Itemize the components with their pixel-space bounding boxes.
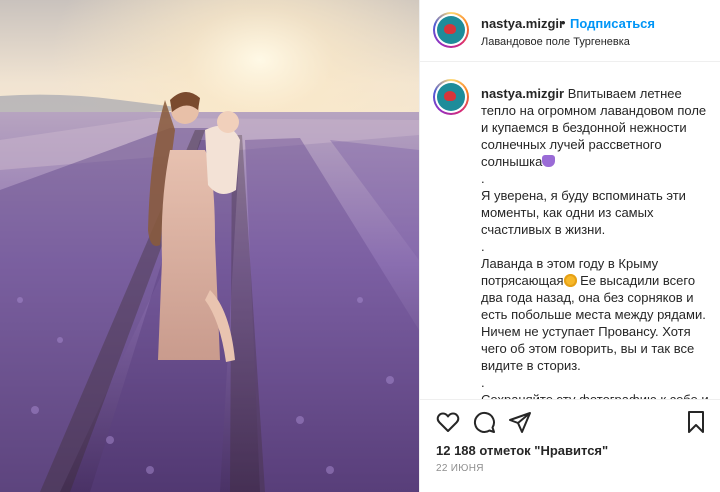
caption-area[interactable]: nastya.mizgir Впитываем летнее тепло на …	[420, 63, 720, 399]
post-header: nastya.mizgir • Подписаться Лавандовое п…	[420, 0, 720, 62]
lavender-field-image	[0, 0, 419, 492]
caption-part-3: Ее высадили всего два года назад, она бе…	[481, 273, 709, 399]
caption-avatar[interactable]	[433, 79, 469, 115]
heart-icon[interactable]	[436, 410, 460, 434]
likes-count[interactable]: 12 188 отметок "Нравится"	[436, 443, 608, 458]
caption-text: nastya.mizgir Впитываем летнее тепло на …	[481, 85, 713, 399]
purple-heart-icon	[542, 155, 556, 167]
separator-dot: •	[561, 15, 566, 30]
star-struck-icon	[563, 274, 577, 287]
bookmark-icon[interactable]	[684, 410, 708, 434]
post-side-panel: nastya.mizgir • Подписаться Лавандовое п…	[419, 0, 720, 492]
location-link[interactable]: Лавандовое поле Тургеневка	[481, 36, 630, 48]
post-photo[interactable]	[0, 0, 419, 492]
post-date[interactable]: 22 ИЮНЯ	[436, 463, 484, 474]
action-bar	[420, 399, 720, 443]
username-link[interactable]: nastya.mizgir	[481, 16, 564, 31]
caption-author[interactable]: nastya.mizgir	[481, 86, 564, 101]
caption-part-2: . Я уверена, я буду вспоминать эти момен…	[481, 171, 686, 288]
avatar[interactable]	[433, 12, 469, 48]
comment-icon[interactable]	[472, 410, 496, 434]
follow-button[interactable]: Подписаться	[570, 16, 655, 31]
share-icon[interactable]	[508, 410, 532, 434]
